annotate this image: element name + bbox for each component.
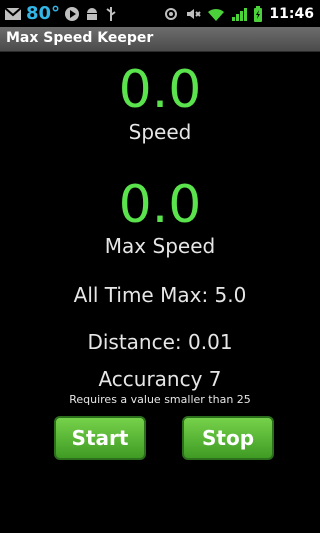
stop-button[interactable]: Stop	[182, 416, 274, 460]
clock-text: 11:46	[269, 5, 314, 22]
accuracy-label: Accurancy	[98, 367, 203, 391]
max-speed-value: 0.0	[118, 175, 202, 235]
gps-icon	[163, 6, 179, 22]
accuracy-value: 7	[208, 367, 222, 391]
status-bar: 80° 11:46	[0, 0, 320, 27]
usb-icon	[104, 6, 118, 22]
all-time-max-label: All Time Max:	[73, 283, 209, 307]
temperature-text: 80°	[26, 3, 61, 24]
wifi-icon	[207, 7, 225, 21]
status-bar-left: 80°	[0, 3, 118, 24]
signal-icon	[231, 7, 248, 21]
max-speed-label: Max Speed	[104, 234, 216, 258]
distance-row: Distance: 0.01	[0, 330, 320, 354]
mail-icon	[4, 6, 22, 21]
battery-charging-icon	[253, 5, 263, 22]
start-button[interactable]: Start	[54, 416, 146, 460]
mute-icon	[185, 6, 202, 22]
speed-label: Speed	[128, 120, 192, 144]
app-title-bar: Max Speed Keeper	[0, 27, 320, 52]
status-bar-right: 11:46	[163, 5, 320, 22]
distance-value: 0.01	[188, 330, 233, 354]
speed-value: 0.0	[118, 60, 202, 120]
android-icon	[84, 6, 100, 22]
play-icon	[64, 6, 80, 22]
app-title: Max Speed Keeper	[6, 30, 154, 46]
distance-label: Distance:	[87, 330, 182, 354]
all-time-max-row: All Time Max: 5.0	[0, 283, 320, 307]
all-time-max-value: 5.0	[214, 283, 247, 307]
accuracy-hint: Requires a value smaller than 25	[69, 393, 251, 406]
accuracy-row: Accurancy 7	[0, 367, 320, 391]
